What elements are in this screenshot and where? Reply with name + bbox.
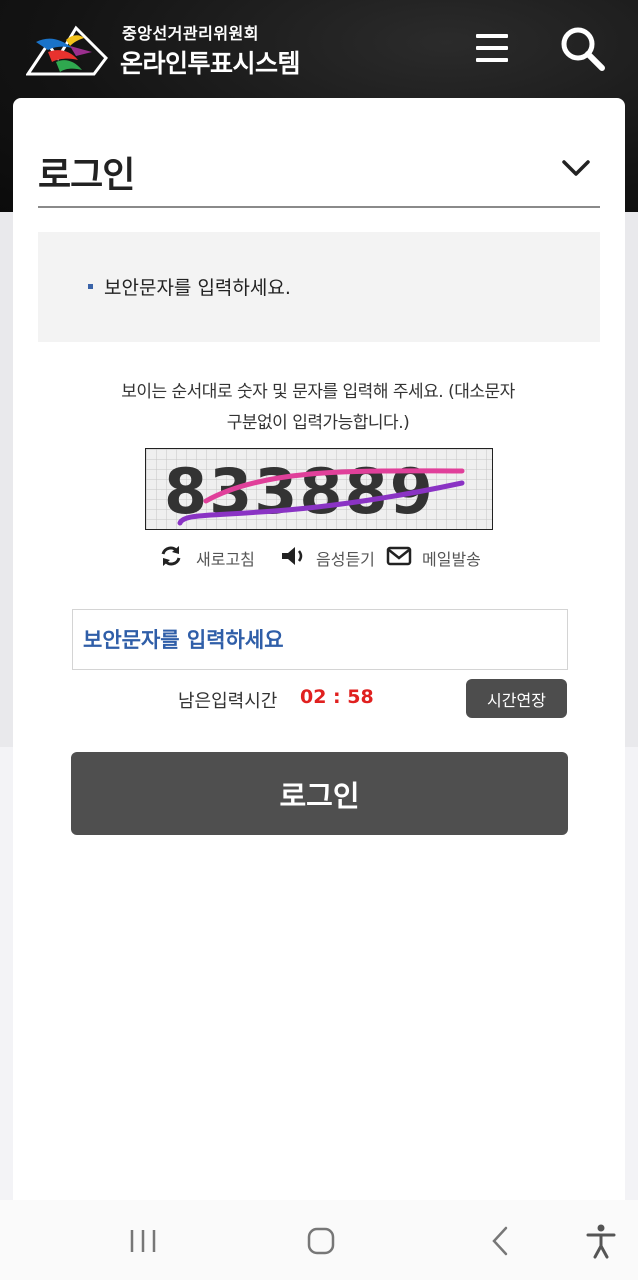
notice-box: 보안문자를 입력하세요. xyxy=(38,232,600,342)
system-navigation-bar xyxy=(0,1200,638,1280)
accessibility-icon[interactable] xyxy=(578,1220,624,1262)
nec-logo-icon[interactable] xyxy=(26,16,108,78)
captcha-guide: 보이는 순서대로 숫자 및 문자를 입력해 주세요. (대소문자 구분없이 입력… xyxy=(73,377,563,439)
audio-button[interactable]: 음성듣기 xyxy=(280,542,384,570)
captcha-input[interactable] xyxy=(72,609,568,670)
back-icon[interactable] xyxy=(478,1220,524,1262)
org-name: 중앙선거관리위원회 xyxy=(122,24,259,43)
search-icon[interactable] xyxy=(556,22,610,74)
mail-icon xyxy=(386,546,412,566)
email-label: 메일발송 xyxy=(422,550,481,569)
refresh-icon xyxy=(161,546,181,566)
captcha-image: 833889 xyxy=(145,448,493,530)
guide-line-2: 구분없이 입력가능합니다.) xyxy=(226,413,410,433)
login-button[interactable]: 로그인 xyxy=(71,752,568,835)
chevron-down-icon[interactable] xyxy=(559,154,593,182)
speaker-icon xyxy=(282,547,303,565)
system-name[interactable]: 온라인투표시스템 xyxy=(120,44,301,80)
guide-line-1: 보이는 순서대로 숫자 및 문자를 입력해 주세요. (대소문자 xyxy=(121,382,515,402)
refresh-button[interactable]: 새로고침 xyxy=(158,542,260,570)
refresh-label: 새로고침 xyxy=(196,550,255,569)
bullet-icon xyxy=(88,284,93,289)
timer-label: 남은입력시간 xyxy=(178,691,278,712)
home-icon[interactable] xyxy=(298,1220,344,1262)
timer-value: 02 : 58 xyxy=(300,686,374,708)
title-divider xyxy=(38,206,600,208)
notice-text: 보안문자를 입력하세요. xyxy=(104,277,291,299)
email-button[interactable]: 메일발송 xyxy=(386,542,498,570)
captcha-graphic: 833889 xyxy=(146,449,492,529)
recent-apps-icon[interactable] xyxy=(120,1220,166,1262)
extend-time-button[interactable]: 시간연장 xyxy=(466,679,567,718)
login-card: 로그인 보안문자를 입력하세요. 보이는 순서대로 숫자 및 문자를 입력해 주… xyxy=(13,98,625,1200)
captcha-tools: 새로고침 음성듣기 메일발송 xyxy=(158,542,498,570)
menu-button[interactable] xyxy=(470,26,514,70)
app-header: 중앙선거관리위원회 온라인투표시스템 xyxy=(0,0,638,98)
page-title: 로그인 xyxy=(38,155,135,196)
audio-label: 음성듣기 xyxy=(316,550,375,569)
